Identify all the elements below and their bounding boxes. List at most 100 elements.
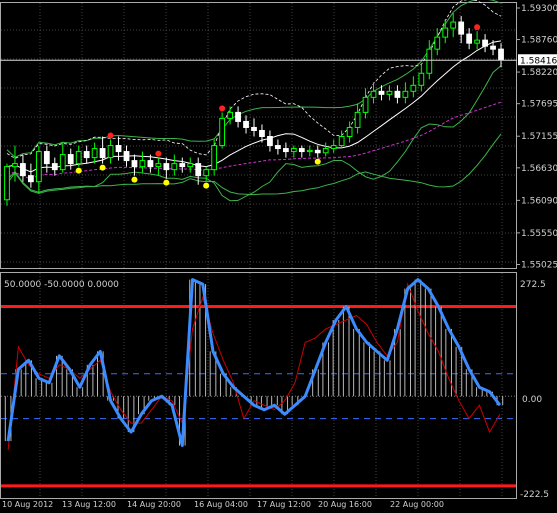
bull-candle	[139, 160, 146, 168]
bull-candle	[370, 90, 377, 98]
bull-candle	[418, 72, 425, 86]
bear-candle	[115, 145, 122, 153]
time-axis-label: 20 Aug 16:00	[318, 500, 372, 509]
bull-candle	[219, 117, 226, 147]
bear-candle	[498, 48, 504, 61]
bull-candle	[211, 145, 218, 171]
bear-candle	[259, 129, 265, 138]
bear-candle	[394, 90, 401, 98]
bull-candle	[4, 166, 10, 201]
bear-candle	[251, 126, 257, 131]
bear-candle	[298, 148, 305, 153]
time-axis-label: 10 Aug 2012	[2, 500, 53, 509]
bear-candle	[179, 163, 186, 168]
bear-candle	[267, 136, 273, 147]
bull-candle	[426, 48, 433, 74]
bull-candle	[227, 111, 233, 119]
indicator-histogram	[4, 279, 504, 446]
bear-candle	[490, 45, 496, 50]
bear-candle	[282, 148, 289, 153]
bear-candle	[99, 148, 106, 159]
bull-candle	[203, 169, 210, 177]
bull-candle	[59, 154, 66, 171]
bear-candle	[20, 163, 26, 177]
indicator-axis-zero: 0.00	[522, 395, 542, 405]
yellow-signal-dot	[75, 167, 82, 174]
bear-candle	[163, 163, 170, 171]
bull-candle	[322, 148, 329, 154]
trading-chart-window: 1.58416 1.59300 1.58760 1.58220 1.57695 1.57…	[0, 0, 557, 509]
signal-line	[7, 282, 501, 451]
red-signal-dot	[474, 24, 481, 31]
yellow-signal-dot	[99, 164, 106, 171]
time-axis-label: 22 Aug 00:00	[390, 500, 444, 509]
bull-candle	[434, 36, 441, 50]
red-signal-dot	[107, 132, 114, 139]
indicator-header: 50.0000 -50.0000 0.0000	[4, 280, 119, 290]
bull-candle	[155, 163, 162, 168]
bull-candle	[107, 145, 114, 159]
bull-candle	[306, 149, 313, 153]
price-tick-label: 1.57155	[521, 132, 557, 142]
bull-candle	[362, 96, 369, 113]
time-axis-label: 14 Aug 20:00	[127, 500, 181, 509]
bear-candle	[243, 120, 249, 128]
bear-candle	[27, 175, 34, 183]
price-tick-label: 1.58220	[521, 68, 557, 78]
bear-candle	[131, 160, 138, 168]
time-axis-label: 13 Aug 12:00	[62, 500, 116, 509]
bull-candle	[171, 163, 178, 171]
bull-candle	[410, 84, 417, 92]
yellow-signal-dot	[314, 158, 321, 165]
price-tick-label: 1.56630	[521, 164, 557, 174]
indicator-axis-top: 272.5	[520, 280, 546, 290]
time-axis: 10 Aug 2012 13 Aug 12:00 14 Aug 20:00 16 Au…	[2, 500, 444, 509]
bull-candle	[12, 163, 18, 168]
price-tick-label: 1.59300	[521, 4, 557, 14]
bull-candle	[35, 151, 42, 183]
current-price-label: 1.58416	[520, 56, 557, 66]
price-tick-label: 1.58760	[521, 36, 557, 46]
time-axis-label: 17 Aug 12:00	[257, 500, 311, 509]
bull-candle	[338, 136, 345, 147]
bull-candle	[386, 90, 393, 95]
yellow-signal-dot	[203, 182, 210, 189]
bear-candle	[51, 163, 58, 171]
bear-candle	[67, 154, 74, 165]
red-signal-dot	[219, 105, 226, 112]
bull-candle	[91, 148, 98, 159]
bear-candle	[195, 163, 202, 177]
bull-candle	[442, 27, 449, 38]
time-axis-label: 16 Aug 04:00	[194, 500, 248, 509]
bear-candle	[123, 151, 130, 162]
bull-candle	[402, 90, 409, 98]
bear-candle	[482, 39, 488, 47]
bear-candle	[235, 111, 241, 122]
price-tick-label: 1.55025	[521, 260, 557, 270]
bear-candle	[83, 151, 90, 159]
bull-candle	[474, 39, 481, 44]
bull-candle	[75, 151, 82, 165]
price-tick-label: 1.56090	[521, 196, 557, 206]
bear-candle	[314, 149, 321, 154]
bear-candle	[466, 33, 473, 44]
price-axis: 1.59300 1.58760 1.58220 1.57695 1.57155 1.566…	[516, 4, 557, 270]
yellow-signal-dot	[163, 179, 170, 186]
bull-candle	[187, 163, 194, 168]
bear-candle	[458, 21, 465, 35]
chart-canvas[interactable]: 1.58416 1.59300 1.58760 1.58220 1.57695 1.57…	[0, 0, 557, 509]
bear-candle	[147, 160, 154, 168]
bull-candle	[354, 111, 361, 128]
red-signal-dot	[155, 150, 162, 157]
yellow-signal-dot	[131, 176, 138, 183]
indicator-axis-bottom: -222.5	[520, 490, 549, 500]
bull-candle	[290, 148, 297, 153]
price-tick-label: 1.55550	[521, 229, 557, 239]
bear-candle	[275, 145, 281, 150]
bull-candle	[330, 145, 337, 150]
bull-candle	[346, 126, 353, 138]
bear-candle	[378, 90, 385, 95]
price-tick-label: 1.57695	[521, 100, 557, 110]
bear-candle	[43, 151, 50, 165]
bull-candle	[450, 21, 457, 29]
